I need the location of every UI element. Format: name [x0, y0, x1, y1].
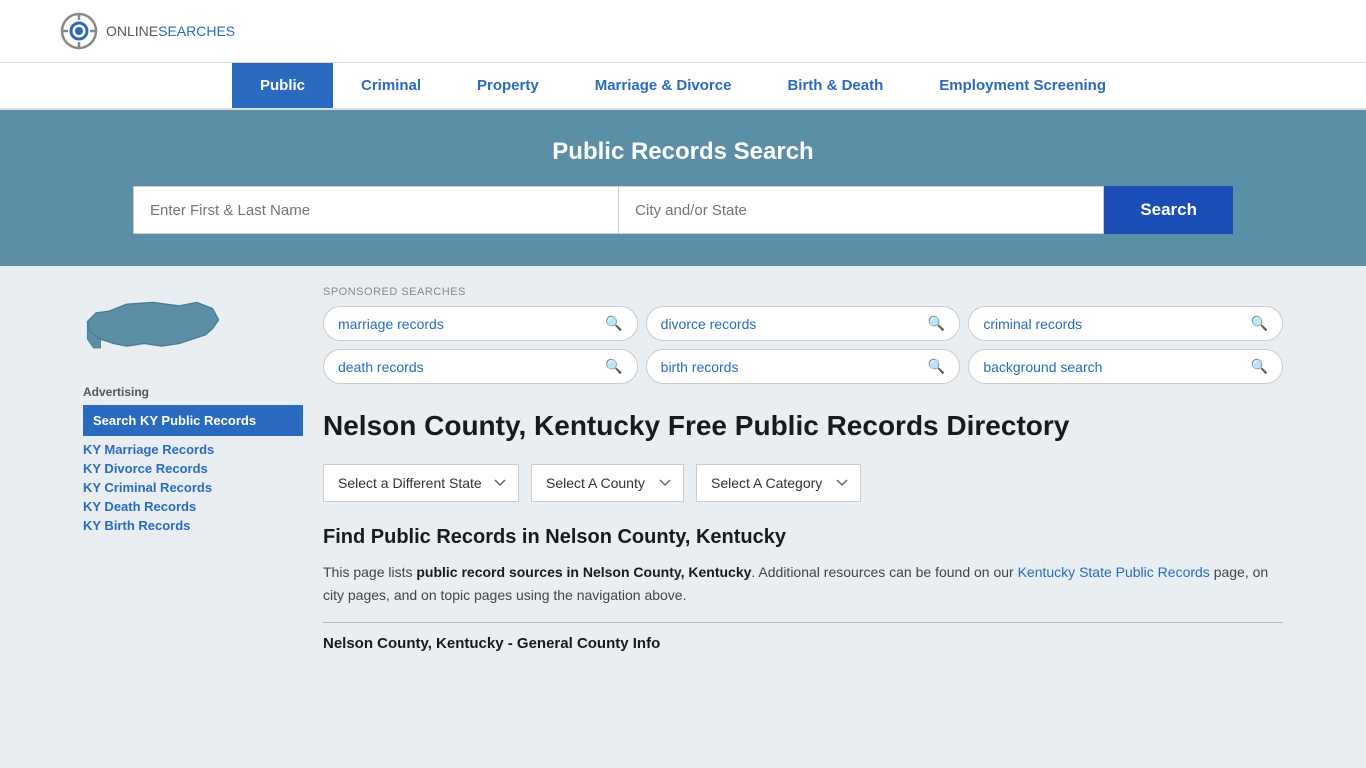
main-wrapper: Advertising Search KY Public Records KY … [63, 266, 1303, 672]
county-dropdown[interactable]: Select A County [531, 464, 684, 502]
pill-criminal[interactable]: criminal records 🔍 [968, 306, 1283, 341]
bottom-section: Nelson County, Kentucky - General County… [323, 622, 1283, 652]
logo-text: ONLINESEARCHES [106, 23, 235, 39]
search-icon: 🔍 [605, 358, 622, 375]
pill-marriage[interactable]: marriage records 🔍 [323, 306, 638, 341]
find-desc: This page lists public record sources in… [323, 561, 1283, 606]
location-input[interactable] [618, 186, 1104, 234]
search-icon: 🔍 [1251, 315, 1268, 332]
pill-death[interactable]: death records 🔍 [323, 349, 638, 384]
nav-employment[interactable]: Employment Screening [911, 63, 1134, 108]
logo-icon [60, 12, 98, 50]
nav-marriage-divorce[interactable]: Marriage & Divorce [567, 63, 760, 108]
pill-divorce[interactable]: divorce records 🔍 [646, 306, 961, 341]
sidebar-link-birth[interactable]: KY Birth Records [83, 516, 303, 535]
nav-public[interactable]: Public [232, 63, 333, 108]
advertising-label: Advertising [83, 385, 303, 399]
search-pills: marriage records 🔍 divorce records 🔍 cri… [323, 306, 1283, 384]
header: ONLINESEARCHES [0, 0, 1366, 63]
logo-searches: SEARCHES [158, 23, 235, 39]
find-title: Find Public Records in Nelson County, Ke… [323, 526, 1283, 549]
search-icon: 🔍 [928, 358, 945, 375]
search-bar: Search [133, 186, 1233, 234]
state-dropdown[interactable]: Select a Different State [323, 464, 519, 502]
pill-birth[interactable]: birth records 🔍 [646, 349, 961, 384]
search-icon: 🔍 [928, 315, 945, 332]
ad-highlight-link[interactable]: Search KY Public Records [83, 405, 303, 436]
sidebar-link-marriage[interactable]: KY Marriage Records [83, 440, 303, 459]
sidebar-link-criminal[interactable]: KY Criminal Records [83, 478, 303, 497]
main-nav: Public Criminal Property Marriage & Divo… [0, 63, 1366, 110]
category-dropdown[interactable]: Select A Category [696, 464, 861, 502]
pill-background[interactable]: background search 🔍 [968, 349, 1283, 384]
search-icon: 🔍 [605, 315, 622, 332]
nav-criminal[interactable]: Criminal [333, 63, 449, 108]
dropdowns-row: Select a Different State Select A County… [323, 464, 1283, 502]
page-title: Nelson County, Kentucky Free Public Reco… [323, 408, 1283, 444]
bottom-section-title: Nelson County, Kentucky - General County… [323, 635, 1283, 652]
search-button[interactable]: Search [1104, 186, 1233, 234]
logo-online: ONLINE [106, 23, 158, 39]
state-map [83, 286, 303, 369]
hero-title: Public Records Search [60, 138, 1306, 166]
sponsored-label: SPONSORED SEARCHES [323, 286, 1283, 298]
search-icon: 🔍 [1251, 358, 1268, 375]
main-content: SPONSORED SEARCHES marriage records 🔍 di… [323, 286, 1283, 652]
sidebar-link-divorce[interactable]: KY Divorce Records [83, 459, 303, 478]
sidebar-link-death[interactable]: KY Death Records [83, 497, 303, 516]
logo[interactable]: ONLINESEARCHES [60, 12, 235, 50]
hero-banner: Public Records Search Search [0, 110, 1366, 266]
kentucky-map [83, 286, 223, 366]
nav-birth-death[interactable]: Birth & Death [759, 63, 911, 108]
name-input[interactable] [133, 186, 618, 234]
ky-state-link[interactable]: Kentucky State Public Records [1018, 564, 1210, 580]
sidebar: Advertising Search KY Public Records KY … [83, 286, 303, 652]
nav-property[interactable]: Property [449, 63, 567, 108]
